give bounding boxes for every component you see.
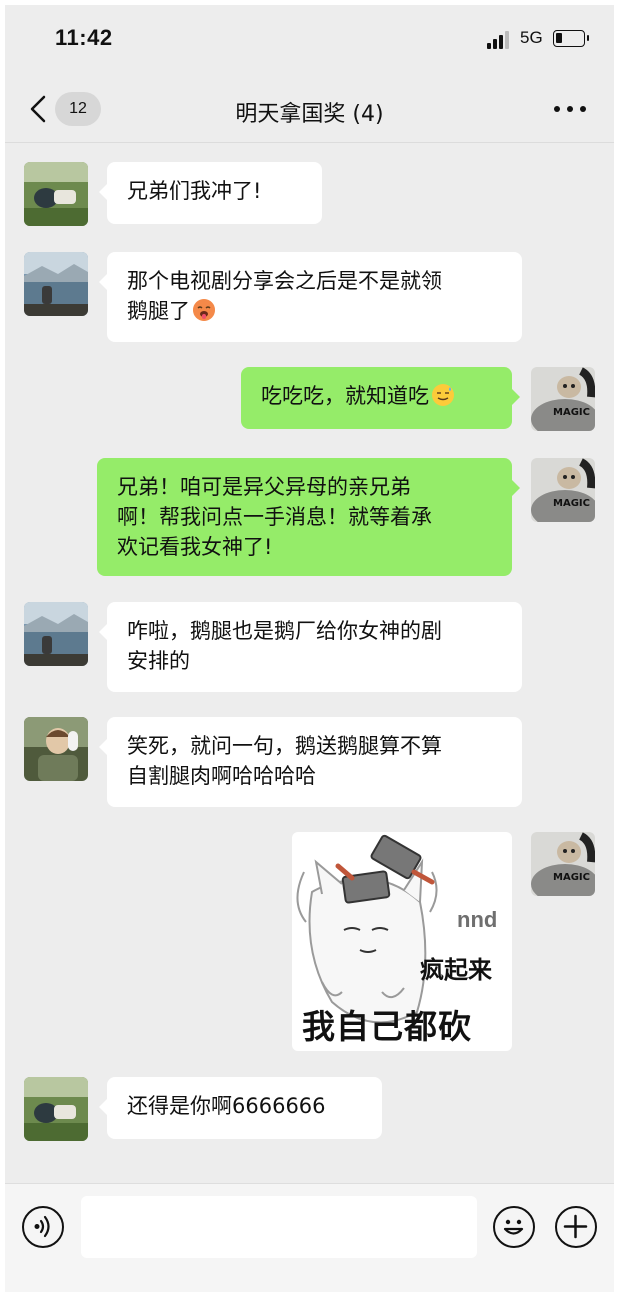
chat-title: 明天拿国奖 (4) (235, 102, 384, 127)
avatar[interactable]: MAGIC (531, 832, 595, 896)
message-text: 笑死，就问一句，鹅送鹅腿算不算 (127, 734, 442, 758)
message-bubble-incoming[interactable]: 咋啦，鹅腿也是鹅厂给你女神的剧 安排的 (99, 602, 522, 692)
avatar[interactable] (24, 602, 88, 666)
message-text: 那个电视剧分享会之后是不是就领 (127, 269, 442, 293)
message-bubble-incoming[interactable]: 那个电视剧分享会之后是不是就领 鹅腿了 (99, 252, 522, 342)
avatar[interactable] (24, 252, 88, 316)
nav-bar: 12 明天拿国奖 (4) (5, 75, 614, 143)
svg-text:MAGIC: MAGIC (553, 407, 590, 418)
status-bar: 11:42 5G (5, 5, 614, 75)
avatar[interactable] (24, 162, 88, 226)
sticker-message[interactable]: nnd 疯起来 我自己都砍 (292, 832, 512, 1051)
svg-text:MAGIC: MAGIC (553, 872, 590, 883)
battery-icon (553, 30, 589, 47)
sticker-text: nnd (457, 907, 498, 932)
chat-screen: 11:42 5G 12 明天拿国奖 (4) 兄弟们我冲了! 那个电视剧分享会之后… (5, 5, 614, 1292)
message-bubble-outgoing[interactable]: 兄弟！咱可是异父异母的亲兄弟 啊！帮我问点一手消息！就等着承 欢记看我女神了! (97, 458, 520, 576)
avatar[interactable]: MAGIC (531, 367, 595, 431)
hot-face-emoji-icon (193, 299, 215, 321)
message-text: 安排的 (127, 649, 190, 673)
sweat-smile-emoji-icon (432, 384, 454, 406)
message-bubble-incoming[interactable]: 兄弟们我冲了! (99, 162, 322, 224)
message-text: 鹅腿了 (127, 299, 190, 323)
avatar[interactable] (24, 717, 88, 781)
message-input[interactable] (81, 1196, 477, 1258)
message-text: 欢记看我女神了! (117, 535, 273, 559)
emoji-icon[interactable] (493, 1206, 535, 1248)
svg-text:MAGIC: MAGIC (553, 498, 590, 509)
voice-icon[interactable] (22, 1206, 64, 1248)
status-time: 11:42 (55, 25, 113, 50)
message-text: 咋啦，鹅腿也是鹅厂给你女神的剧 (127, 619, 442, 643)
message-bubble-incoming[interactable]: 还得是你啊6666666 (99, 1077, 382, 1139)
sticker-text: 疯起来 (420, 956, 492, 984)
message-text: 啊！帮我问点一手消息！就等着承 (117, 505, 432, 529)
sticker-text: 我自己都砍 (302, 1007, 472, 1046)
more-options-icon[interactable] (554, 106, 586, 112)
message-text: 吃吃吃，就知道吃 (261, 384, 429, 408)
plus-icon[interactable] (555, 1206, 597, 1248)
message-text: 自割腿肉啊哈哈哈哈 (127, 764, 316, 788)
message-text: 兄弟们我冲了! (127, 179, 262, 203)
avatar[interactable]: MAGIC (531, 458, 595, 522)
signal-icon (487, 31, 511, 49)
network-type: 5G (520, 28, 543, 47)
message-bubble-incoming[interactable]: 笑死，就问一句，鹅送鹅腿算不算 自割腿肉啊哈哈哈哈 (99, 717, 522, 807)
message-text: 兄弟！咱可是异父异母的亲兄弟 (117, 475, 411, 499)
input-bar (5, 1183, 614, 1292)
avatar[interactable] (24, 1077, 88, 1141)
message-text: 还得是你啊6666666 (127, 1094, 326, 1118)
message-bubble-outgoing[interactable]: 吃吃吃，就知道吃 (241, 367, 520, 429)
